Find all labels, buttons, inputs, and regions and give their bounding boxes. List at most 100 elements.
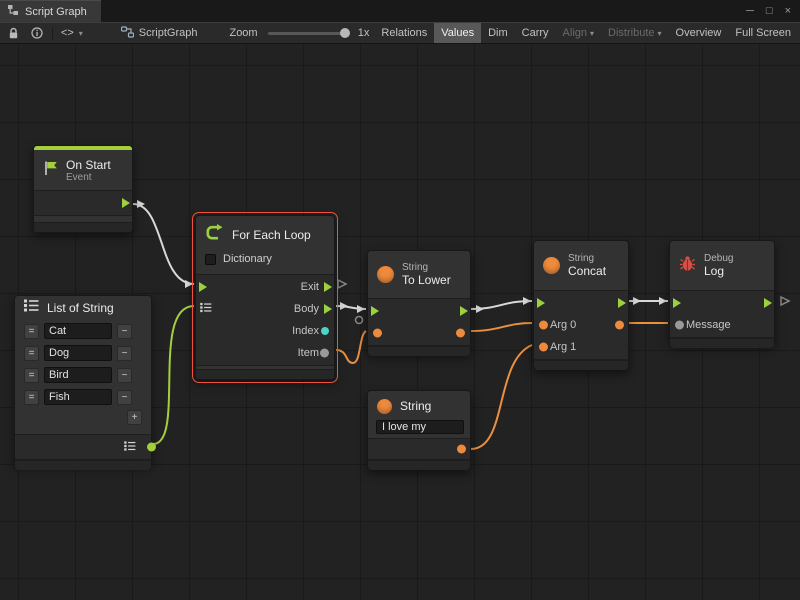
- node-string-literal[interactable]: String: [367, 390, 471, 470]
- flow-out-port[interactable]: [460, 306, 468, 316]
- drag-handle[interactable]: =: [24, 346, 39, 361]
- node-debug-log[interactable]: Debug Log Message: [669, 240, 775, 345]
- list-icon: [124, 441, 136, 454]
- lock-icon[interactable]: [2, 23, 25, 43]
- window-titlebar: Script Graph ─ □ ×: [0, 0, 800, 22]
- string-type-icon: [377, 266, 394, 283]
- exit-flow-out-port[interactable]: [324, 282, 332, 292]
- list-in-port[interactable]: [200, 303, 212, 316]
- list-out-port[interactable]: [147, 443, 156, 452]
- list-item-input[interactable]: [44, 389, 112, 405]
- string-out-port[interactable]: [456, 329, 465, 338]
- minimize-button[interactable]: ─: [746, 5, 754, 17]
- port-row-output: [368, 440, 470, 458]
- arg0-in-port[interactable]: [539, 321, 548, 330]
- toolbar-separator: [52, 27, 53, 40]
- window-controls: ─ □ ×: [737, 0, 800, 22]
- node-header: Debug Log: [670, 241, 774, 290]
- remove-item-button[interactable]: −: [117, 368, 132, 383]
- body-flow-out-port[interactable]: [324, 304, 332, 314]
- node-footer: [534, 360, 628, 370]
- node-title: To Lower: [402, 273, 451, 287]
- relations-button[interactable]: Relations: [374, 23, 434, 43]
- close-button[interactable]: ×: [785, 5, 791, 17]
- flow-in-port[interactable]: [199, 282, 207, 292]
- string-value-input[interactable]: [376, 420, 464, 434]
- node-title: List of String: [47, 301, 114, 315]
- port-label: Item: [298, 347, 319, 359]
- port-label: Index: [292, 325, 319, 337]
- node-header: For Each Loop Dictionary: [196, 216, 334, 274]
- node-for-each-loop[interactable]: For Each Loop Dictionary Exit Body In: [195, 215, 335, 380]
- list-item-input[interactable]: [44, 367, 112, 383]
- result-out-port[interactable]: [615, 321, 624, 330]
- full-screen-button[interactable]: Full Screen: [728, 23, 798, 43]
- zoom-label: Zoom: [224, 27, 262, 39]
- item-out-port[interactable]: [320, 349, 329, 358]
- port-row-message: Message: [670, 314, 774, 336]
- list-item-input[interactable]: [44, 345, 112, 361]
- zoom-slider[interactable]: [268, 32, 348, 35]
- node-header: String: [368, 391, 470, 417]
- remove-item-button[interactable]: −: [117, 346, 132, 361]
- string-in-port[interactable]: [373, 329, 382, 338]
- zoom-slider-handle[interactable]: [340, 28, 350, 38]
- node-string-to-lower[interactable]: String To Lower: [367, 250, 471, 354]
- code-icon: <>: [61, 27, 74, 39]
- node-on-start[interactable]: On Start Event: [33, 145, 133, 233]
- flow-out-port[interactable]: [618, 298, 626, 308]
- node-header: List of String: [15, 296, 151, 320]
- drag-handle[interactable]: =: [24, 390, 39, 405]
- port-row-body: Body: [196, 298, 334, 320]
- node-list-of-string[interactable]: List of String = − = − = − = −: [14, 295, 152, 465]
- add-item-button[interactable]: +: [127, 410, 142, 425]
- node-header: String To Lower: [368, 251, 470, 298]
- values-button[interactable]: Values: [434, 23, 481, 43]
- drag-handle[interactable]: =: [24, 368, 39, 383]
- info-icon[interactable]: [25, 23, 49, 43]
- list-icon: [24, 299, 39, 317]
- align-button[interactable]: Align▾: [556, 23, 601, 43]
- graph-tab-icon: [7, 4, 19, 19]
- tab-title: Script Graph: [25, 6, 87, 18]
- port-row-exit: Exit: [196, 276, 334, 298]
- node-title: On Start: [66, 158, 111, 172]
- flag-icon: [43, 160, 58, 181]
- port-row-arg1: Arg 1: [534, 336, 628, 358]
- flow-in-port[interactable]: [537, 298, 545, 308]
- node-title: Concat: [568, 264, 606, 278]
- flow-in-port[interactable]: [673, 298, 681, 308]
- flow-in-port[interactable]: [371, 306, 379, 316]
- port-row-data: [368, 322, 470, 344]
- drag-handle[interactable]: =: [24, 324, 39, 339]
- message-in-port[interactable]: [675, 321, 684, 330]
- graph-asset[interactable]: ScriptGraph: [116, 26, 203, 41]
- carry-button[interactable]: Carry: [515, 23, 556, 43]
- port-row-list-output: [15, 436, 151, 458]
- code-view-button[interactable]: <> ▾: [56, 27, 88, 39]
- port-row-arg0: Arg 0: [534, 314, 628, 336]
- tab-script-graph[interactable]: Script Graph: [0, 0, 101, 22]
- dim-button[interactable]: Dim: [481, 23, 515, 43]
- distribute-button[interactable]: Distribute▾: [601, 23, 668, 43]
- overview-button[interactable]: Overview: [669, 23, 729, 43]
- list-item-input[interactable]: [44, 323, 112, 339]
- flow-out-port[interactable]: [122, 198, 130, 208]
- list-items: = − = − = − = − +: [15, 320, 151, 426]
- remove-item-button[interactable]: −: [117, 324, 132, 339]
- dictionary-checkbox[interactable]: [205, 254, 216, 265]
- chevron-down-icon: ▾: [658, 29, 662, 38]
- index-out-port[interactable]: [321, 327, 329, 335]
- port-row-index: Index: [196, 320, 334, 342]
- arg1-in-port[interactable]: [539, 343, 548, 352]
- node-footer: [670, 338, 774, 348]
- remove-item-button[interactable]: −: [117, 390, 132, 405]
- string-out-port[interactable]: [457, 445, 466, 454]
- port-row-flow: [534, 292, 628, 314]
- flow-out-port[interactable]: [764, 298, 772, 308]
- maximize-button[interactable]: □: [766, 5, 773, 17]
- zoom-value: 1x: [353, 27, 375, 39]
- node-string-concat[interactable]: String Concat Arg 0 Arg 1: [533, 240, 629, 370]
- graph-canvas[interactable]: On Start Event List of String = −: [0, 44, 800, 600]
- string-type-icon: [543, 257, 560, 274]
